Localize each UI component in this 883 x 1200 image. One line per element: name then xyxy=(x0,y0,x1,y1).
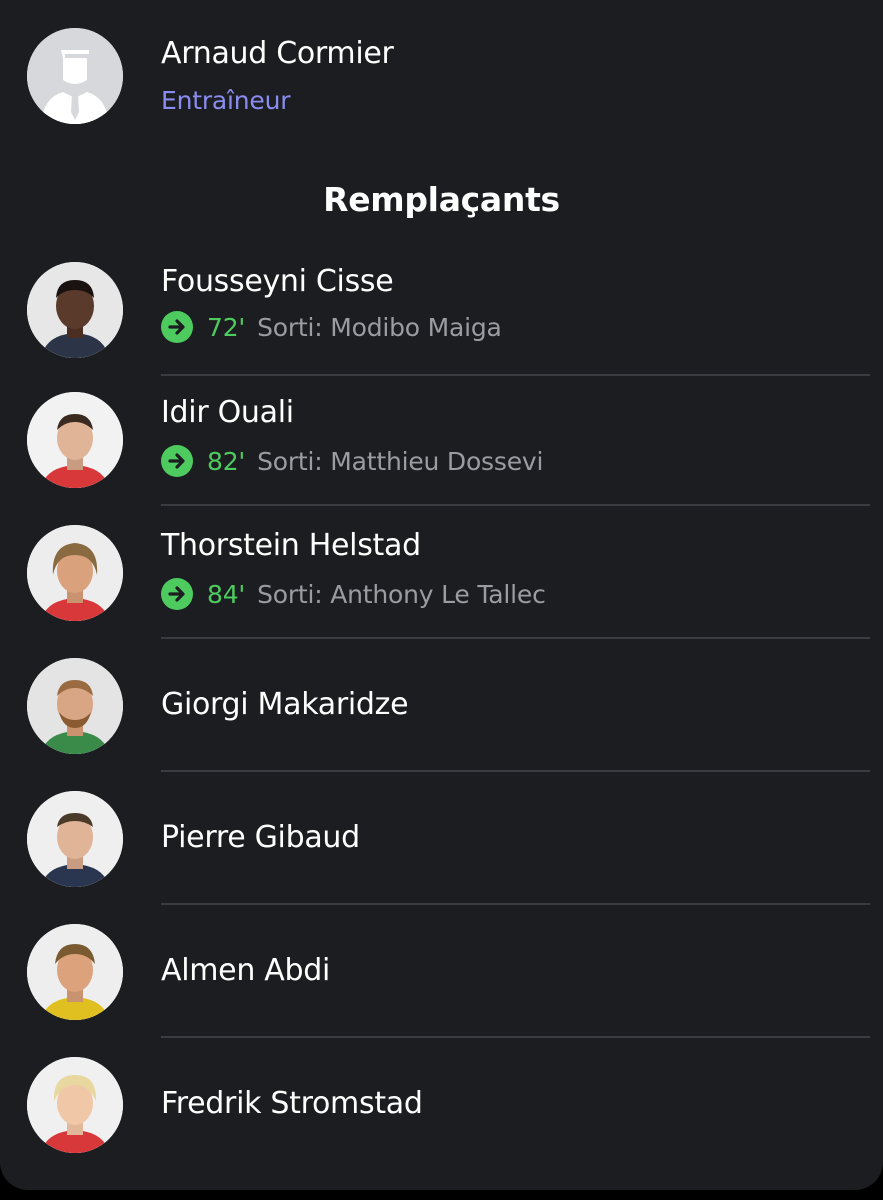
arrow-right-icon xyxy=(161,578,193,610)
sub-minute: 82' xyxy=(207,446,246,476)
player-photo-icon xyxy=(27,924,123,1020)
list-item[interactable]: Pierre Gibaud xyxy=(0,772,883,905)
coach-name: Arnaud Cormier xyxy=(161,36,394,71)
sub-out-player: Sorti: Modibo Maiga xyxy=(257,312,502,342)
sub-out-player: Sorti: Matthieu Dossevi xyxy=(257,446,544,476)
player-photo-icon xyxy=(27,791,123,887)
player-avatar xyxy=(27,525,123,621)
player-avatar xyxy=(27,658,123,754)
player-name: Almen Abdi xyxy=(161,953,331,988)
coach-avatar xyxy=(27,28,123,124)
player-name: Idir Ouali xyxy=(161,395,294,430)
player-name: Thorstein Helstad xyxy=(161,528,421,563)
sub-minute: 84' xyxy=(207,579,246,609)
list-item[interactable]: Almen Abdi xyxy=(0,905,883,1038)
substitution-info: 84' Sorti: Anthony Le Tallec xyxy=(161,577,546,611)
list-item[interactable]: Idir Ouali 82' Sorti: Matthieu Dossevi xyxy=(0,373,883,506)
player-avatar xyxy=(27,791,123,887)
list-item[interactable]: Fredrik Stromstad xyxy=(0,1038,883,1171)
player-name: Giorgi Makaridze xyxy=(161,687,409,722)
player-avatar xyxy=(27,1057,123,1153)
player-photo-icon xyxy=(27,525,123,621)
substitution-info: 72' Sorti: Modibo Maiga xyxy=(161,310,502,344)
sub-out-player: Sorti: Anthony Le Tallec xyxy=(257,579,546,609)
player-name: Pierre Gibaud xyxy=(161,820,360,855)
person-placeholder-icon xyxy=(27,28,123,124)
coach-role: Entraîneur xyxy=(161,86,291,115)
section-title-substitutes: Remplaçants xyxy=(323,180,560,219)
player-name: Fousseyni Cisse xyxy=(161,264,394,299)
player-photo-icon xyxy=(27,392,123,488)
arrow-right-icon xyxy=(161,445,193,477)
list-item[interactable]: Fousseyni Cisse 72' Sorti: Modibo Maiga xyxy=(0,243,883,376)
list-item[interactable]: Thorstein Helstad 84' Sorti: Anthony Le … xyxy=(0,506,883,639)
player-photo-icon xyxy=(27,262,123,358)
player-avatar xyxy=(27,262,123,358)
lineup-panel: Arnaud Cormier Entraîneur Remplaçants Fo… xyxy=(0,0,883,1190)
coach-row[interactable]: Arnaud Cormier Entraîneur xyxy=(0,0,883,150)
player-avatar xyxy=(27,392,123,488)
list-item[interactable]: Giorgi Makaridze xyxy=(0,639,883,772)
player-photo-icon xyxy=(27,658,123,754)
player-avatar xyxy=(27,924,123,1020)
substitution-info: 82' Sorti: Matthieu Dossevi xyxy=(161,444,543,478)
player-photo-icon xyxy=(27,1057,123,1153)
sub-minute: 72' xyxy=(207,312,246,342)
arrow-right-icon xyxy=(161,311,193,343)
player-name: Fredrik Stromstad xyxy=(161,1086,423,1121)
